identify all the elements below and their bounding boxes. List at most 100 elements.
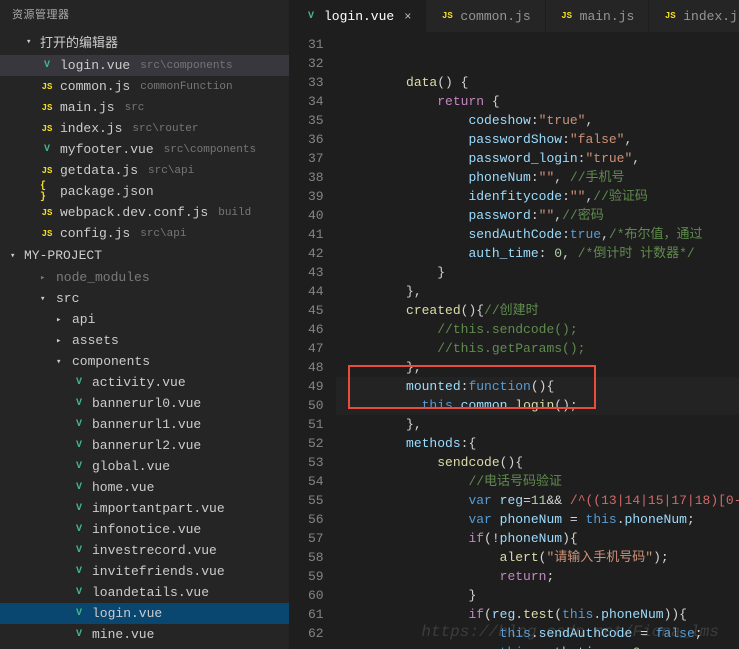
open-editor-item[interactable]: JSindex.jssrc\router	[0, 118, 289, 139]
code-line[interactable]: },	[336, 358, 739, 377]
project-header[interactable]: ▾ MY-PROJECT	[0, 244, 289, 267]
file-path: build	[218, 207, 251, 219]
vue-icon: V	[304, 10, 318, 24]
code-line[interactable]: codeshow:"true",	[336, 111, 739, 130]
project-label: MY-PROJECT	[24, 248, 102, 263]
file-item[interactable]: Vinvestrecord.vue	[0, 540, 289, 561]
code-line[interactable]: this.common.login();	[336, 396, 739, 415]
file-item[interactable]: Vinvitefriends.vue	[0, 561, 289, 582]
open-editor-item[interactable]: JS webpack.dev.conf.js build	[0, 202, 289, 223]
code-line[interactable]: idenfitycode:"",//验证码	[336, 187, 739, 206]
file-item[interactable]: Vloandetails.vue	[0, 582, 289, 603]
code-line[interactable]: //this.sendcode();	[336, 320, 739, 339]
tree-item-label: node_modules	[56, 270, 150, 285]
open-editor-item[interactable]: JSmain.jssrc	[0, 97, 289, 118]
code-line[interactable]: auth_time: 0, /*倒计时 计数器*/	[336, 244, 739, 263]
tree-item-label: activity.vue	[92, 375, 186, 390]
tab-label: common.js	[460, 9, 530, 24]
code-line[interactable]: if(reg.test(this.phoneNum)){	[336, 605, 739, 624]
vue-icon: V	[72, 565, 86, 579]
code-line[interactable]: mounted:function(){	[336, 377, 739, 396]
code-line[interactable]: sendAuthCode:true,/*布尔值，通过	[336, 225, 739, 244]
tree-item-label: bannerurl2.vue	[92, 438, 201, 453]
code-line[interactable]: created(){//创建时	[336, 301, 739, 320]
code-content[interactable]: data() { return { codeshow:"true", passw…	[336, 33, 739, 649]
editor-tabs: Vlogin.vue×JScommon.jsJSmain.jsJSindex.j…	[290, 0, 739, 33]
file-tree: ▸node_modules▾src▸api▸assets▾componentsV…	[0, 267, 289, 645]
file-item[interactable]: Vlogin.vue	[0, 603, 289, 624]
tree-item-label: global.vue	[92, 459, 170, 474]
code-line[interactable]: password:"",//密码	[336, 206, 739, 225]
folder-item[interactable]: ▸ assets	[0, 330, 289, 351]
open-editors-list: Vlogin.vuesrc\componentsJScommon.jscommo…	[0, 55, 289, 244]
file-name: webpack.dev.conf.js	[60, 205, 208, 220]
open-editor-item[interactable]: JSgetdata.jssrc\api	[0, 160, 289, 181]
chevron-right-icon: ▸	[56, 336, 66, 346]
code-line[interactable]: alert("请输入手机号码");	[336, 548, 739, 567]
tree-item-label: components	[72, 354, 150, 369]
file-name: myfooter.vue	[60, 142, 154, 157]
folder-item[interactable]: ▸node_modules	[0, 267, 289, 288]
code-line[interactable]: this.auth_time = 6;	[336, 643, 739, 649]
chevron-down-icon: ▾	[40, 294, 50, 304]
js-icon: JS	[560, 9, 574, 23]
file-item[interactable]: Vhome.vue	[0, 477, 289, 498]
code-line[interactable]: //this.getParams();	[336, 339, 739, 358]
vue-icon: V	[72, 523, 86, 537]
folder-item[interactable]: ▾components	[0, 351, 289, 372]
file-name: common.js	[60, 79, 130, 94]
open-editor-item[interactable]: Vmyfooter.vuesrc\components	[0, 139, 289, 160]
file-item[interactable]: Vbannerurl0.vue	[0, 393, 289, 414]
tree-item-label: src	[56, 291, 79, 306]
tree-item-label: assets	[72, 333, 119, 348]
code-line[interactable]: sendcode(){	[336, 453, 739, 472]
code-line[interactable]: }	[336, 586, 739, 605]
code-line[interactable]: phoneNum:"", //手机号	[336, 168, 739, 187]
file-item[interactable]: Vmine.vue	[0, 624, 289, 645]
file-item[interactable]: Vbannerurl1.vue	[0, 414, 289, 435]
open-editor-item[interactable]: Vlogin.vuesrc\components	[0, 55, 289, 76]
code-line[interactable]: var phoneNum = this.phoneNum;	[336, 510, 739, 529]
open-editor-item[interactable]: JScommon.jscommonFunction	[0, 76, 289, 97]
code-line[interactable]: }	[336, 263, 739, 282]
editor-tab[interactable]: JSmain.js	[546, 0, 650, 32]
vue-icon: V	[72, 607, 86, 621]
code-line[interactable]: var reg=11&& /^((13|14|15|17|18)[0-	[336, 491, 739, 510]
open-editors-header[interactable]: ▾ 打开的编辑器	[0, 28, 289, 55]
vue-icon: V	[72, 418, 86, 432]
file-item[interactable]: Vglobal.vue	[0, 456, 289, 477]
file-item[interactable]: Vimportantpart.vue	[0, 498, 289, 519]
file-name: package.json	[60, 184, 154, 199]
code-area[interactable]: 3132333435363738394041424344454647484950…	[290, 33, 739, 649]
file-path: src\router	[132, 123, 198, 135]
folder-item[interactable]: ▾ src	[0, 288, 289, 309]
file-item[interactable]: Vactivity.vue	[0, 372, 289, 393]
folder-item[interactable]: ▸api	[0, 309, 289, 330]
code-line[interactable]: password_login:"true",	[336, 149, 739, 168]
code-line[interactable]: if(!phoneNum){	[336, 529, 739, 548]
code-line[interactable]: return;	[336, 567, 739, 586]
vue-icon: V	[72, 481, 86, 495]
vue-icon: V	[72, 502, 86, 516]
editor-tab[interactable]: JSindex.js	[649, 0, 739, 32]
code-line[interactable]: passwordShow:"false",	[336, 130, 739, 149]
js-icon: JS	[663, 9, 677, 23]
file-item[interactable]: Vinfonotice.vue	[0, 519, 289, 540]
code-line[interactable]: //电话号码验证	[336, 472, 739, 491]
code-line[interactable]: },	[336, 415, 739, 434]
line-gutter: 3132333435363738394041424344454647484950…	[290, 33, 336, 649]
code-line[interactable]: this.sendAuthCode = false;	[336, 624, 739, 643]
code-line[interactable]: },	[336, 282, 739, 301]
code-line[interactable]: data() {	[336, 73, 739, 92]
open-editor-item[interactable]: { } package.json	[0, 181, 289, 202]
code-line[interactable]: methods:{	[336, 434, 739, 453]
json-icon: { }	[40, 185, 54, 199]
editor-tab[interactable]: JScommon.js	[426, 0, 545, 32]
close-icon[interactable]: ×	[404, 10, 411, 24]
chevron-down-icon: ▾	[10, 251, 20, 261]
file-item[interactable]: Vbannerurl2.vue	[0, 435, 289, 456]
open-editor-item[interactable]: JSconfig.jssrc\api	[0, 223, 289, 244]
editor-tab[interactable]: Vlogin.vue×	[290, 0, 426, 32]
code-line[interactable]: return {	[336, 92, 739, 111]
js-icon: JS	[40, 206, 54, 220]
